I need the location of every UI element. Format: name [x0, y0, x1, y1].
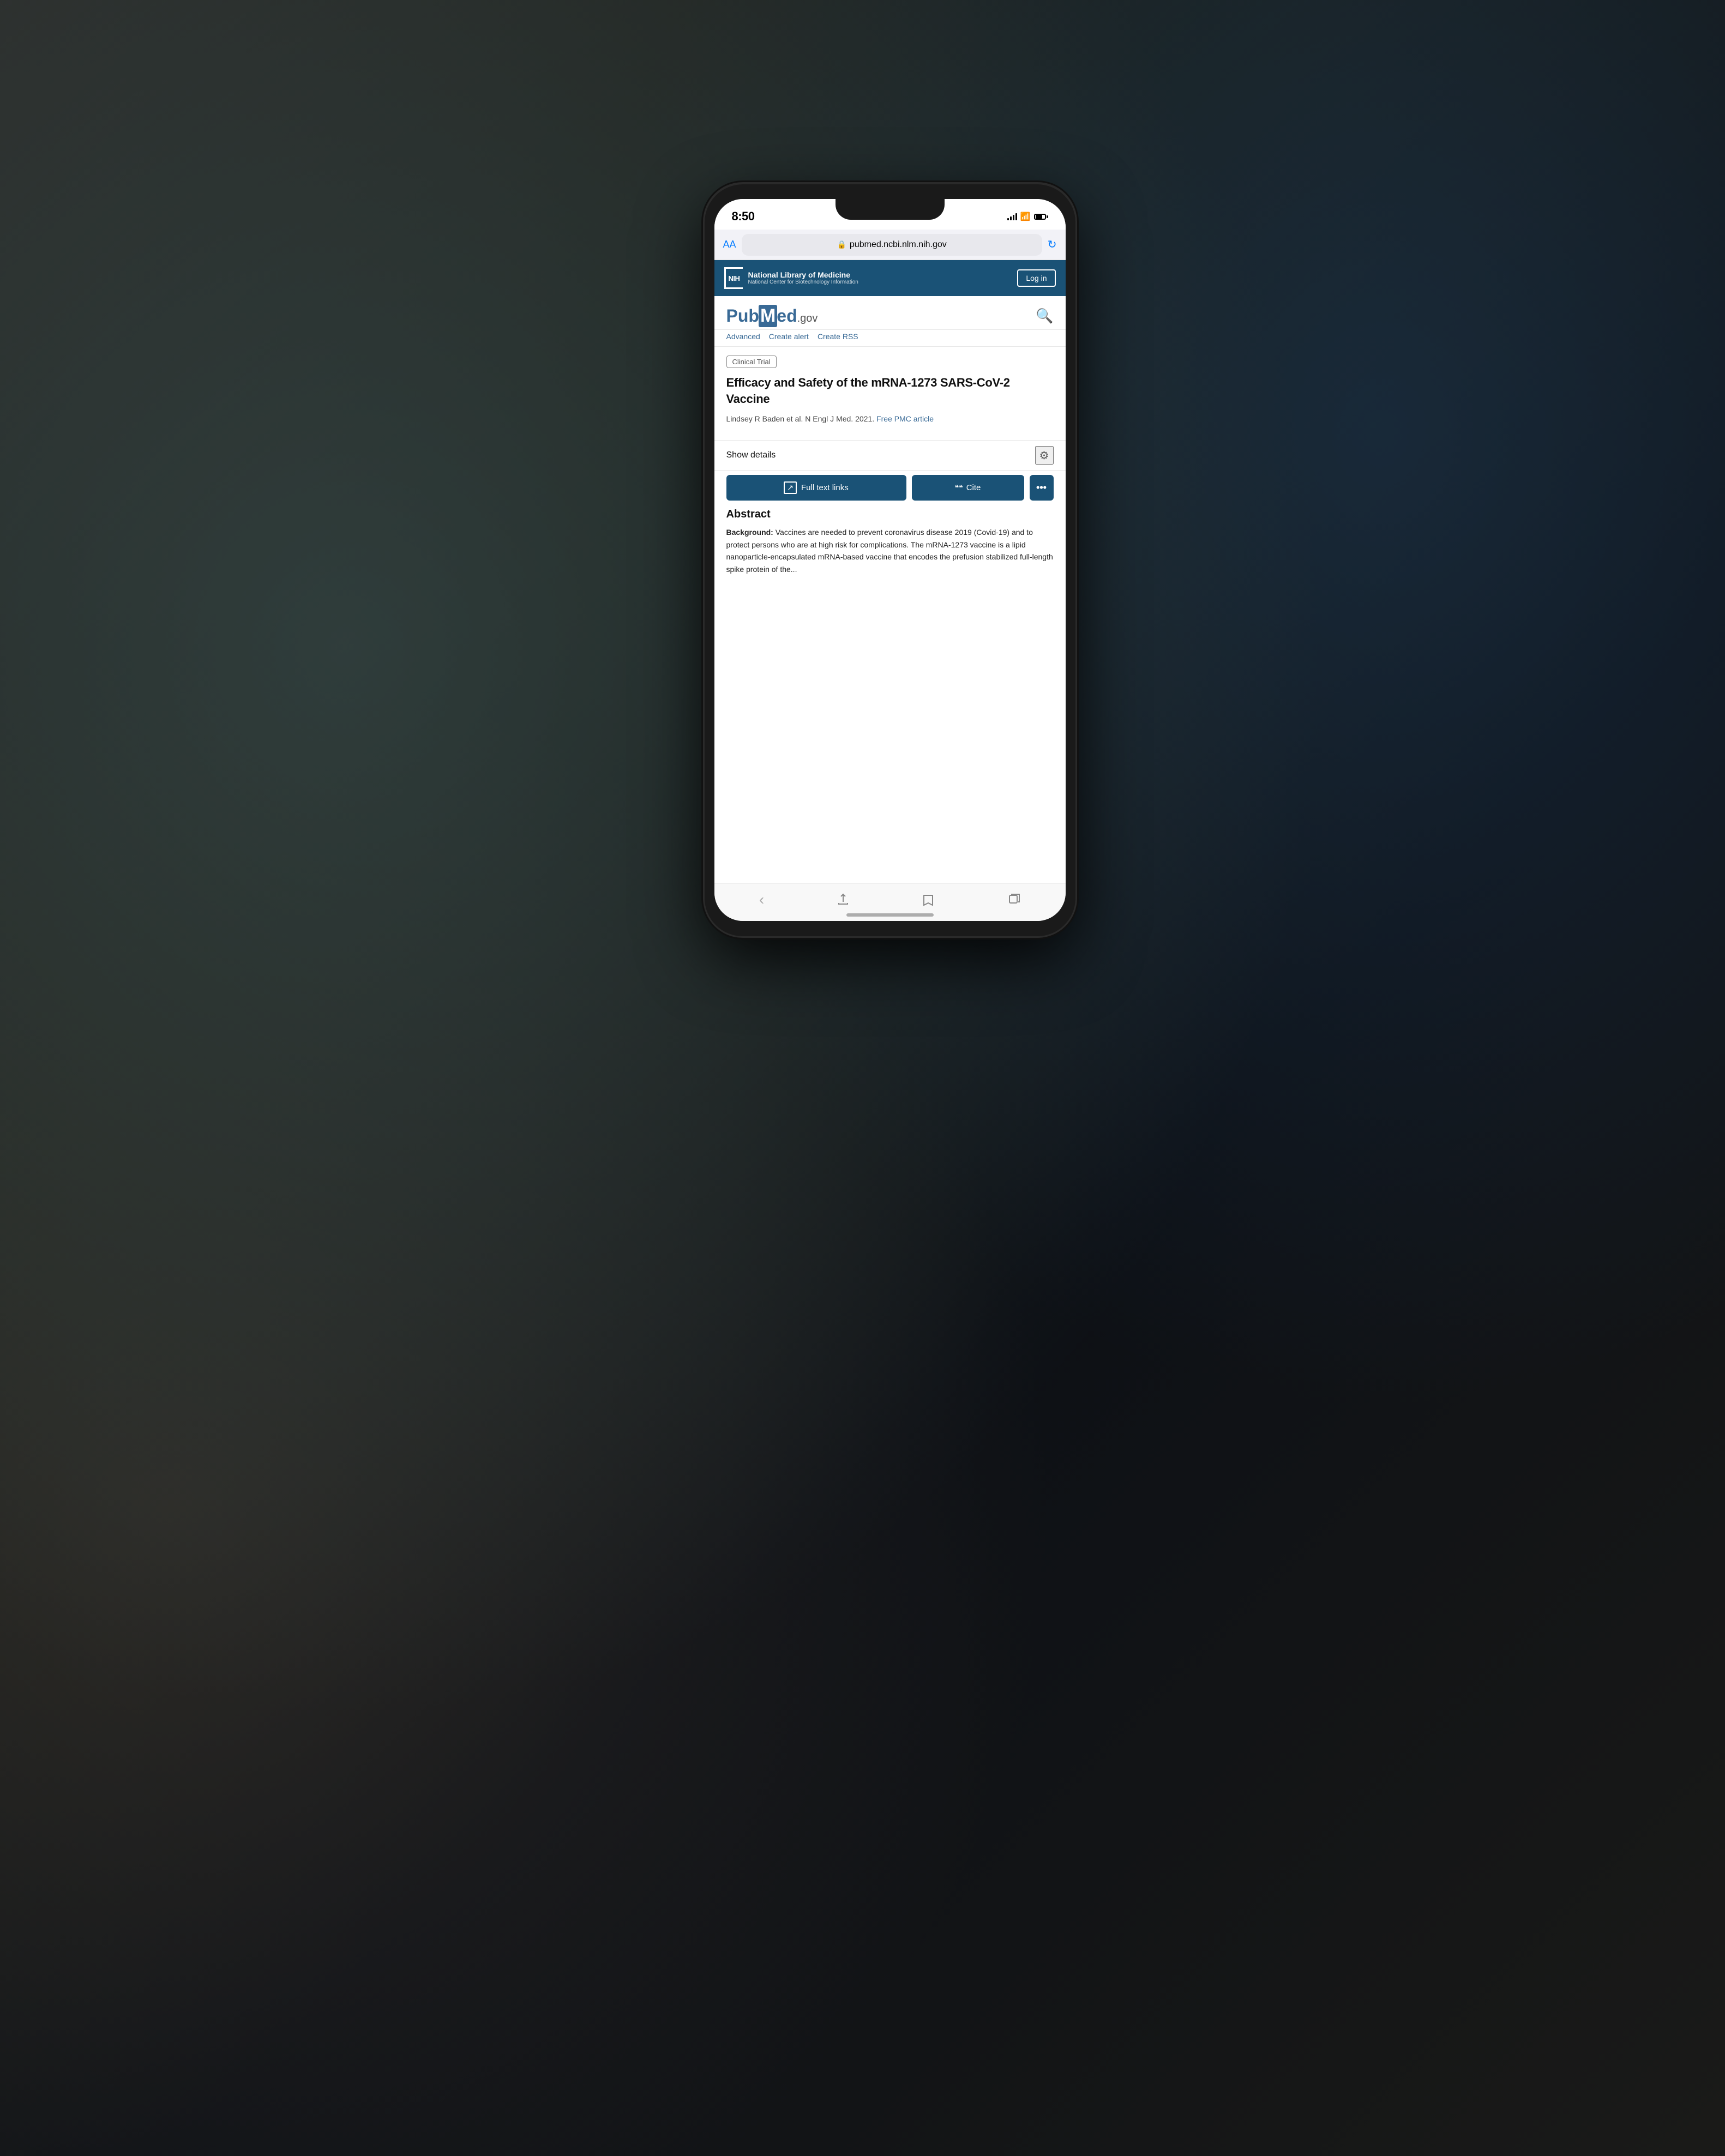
nih-text-block: National Library of Medicine National Ce… [748, 270, 858, 286]
tabs-button[interactable] [1007, 893, 1020, 906]
wifi-icon: 📶 [1020, 212, 1031, 221]
nih-logo-area: NIH National Library of Medicine Nationa… [724, 267, 858, 289]
nih-bracket-text: NIH [728, 274, 741, 282]
signal-bar-2 [1010, 216, 1012, 220]
nih-subtitle: National Center for Biotechnology Inform… [748, 279, 858, 286]
pubmed-logo: PubMed.gov [726, 305, 818, 327]
pubmed-header: PubMed.gov 🔍 [714, 296, 1066, 330]
status-icons: 📶 [1007, 212, 1048, 221]
address-aa-label[interactable]: AA [723, 239, 736, 250]
nav-advanced[interactable]: Advanced [726, 332, 760, 341]
pubmed-nav: Advanced Create alert Create RSS [714, 330, 1066, 347]
abstract-heading: Abstract [726, 508, 1054, 521]
show-details-button[interactable]: Show details [726, 450, 776, 460]
nav-create-rss[interactable]: Create RSS [818, 332, 858, 341]
phone-device: 8:50 📶 [705, 184, 1075, 936]
full-text-links-button[interactable]: ↗ Full text links [726, 475, 906, 501]
home-indicator [846, 913, 934, 917]
full-text-icon: ↗ [784, 481, 797, 494]
status-time: 8:50 [732, 209, 755, 224]
article-journal: N Engl J Med. 2021. [805, 414, 874, 423]
abstract-bold-label: Background: [726, 528, 773, 537]
clinical-trial-badge: Clinical Trial [726, 356, 777, 368]
article-pmc: Free PMC article [876, 414, 934, 423]
full-text-label: Full text links [801, 483, 849, 492]
nih-header: NIH National Library of Medicine Nationa… [714, 260, 1066, 296]
pubmed-logo-dotgov: .gov [797, 312, 818, 324]
content-area: PubMed.gov 🔍 Advanced Create alert Creat… [714, 296, 1066, 883]
abstract-text: Background: Vaccines are needed to preve… [726, 526, 1054, 575]
nih-name: National Library of Medicine [748, 270, 858, 280]
article-authors: Lindsey R Baden et al. [726, 414, 803, 423]
signal-bar-3 [1013, 215, 1014, 220]
pubmed-logo-pub: Pub [726, 306, 759, 326]
address-bar[interactable]: AA 🔒 pubmed.ncbi.nlm.nih.gov ↻ [714, 230, 1066, 260]
gear-icon-button[interactable]: ⚙ [1035, 446, 1054, 465]
battery-icon [1034, 214, 1048, 220]
search-icon[interactable]: 🔍 [1036, 308, 1053, 324]
signal-bar-1 [1007, 218, 1009, 220]
article-meta: Lindsey R Baden et al. N Engl J Med. 202… [726, 413, 1054, 425]
more-button[interactable]: ••• [1030, 475, 1054, 501]
gear-icon: ⚙ [1039, 449, 1049, 462]
article-content: Clinical Trial Efficacy and Safety of th… [714, 347, 1066, 436]
back-button[interactable]: ‹ [759, 891, 764, 908]
action-bar: Show details ⚙ [714, 440, 1066, 471]
cite-button[interactable]: ❝❝ Cite [912, 475, 1024, 501]
cite-label: Cite [966, 483, 981, 492]
address-url: pubmed.ncbi.nlm.nih.gov [850, 240, 947, 250]
signal-bar-4 [1015, 213, 1017, 220]
url-container[interactable]: 🔒 pubmed.ncbi.nlm.nih.gov [742, 234, 1042, 256]
bookmarks-button[interactable] [922, 893, 935, 906]
nih-login-button[interactable]: Log in [1017, 269, 1055, 287]
abstract-body: Vaccines are needed to prevent coronavir… [726, 528, 1053, 573]
signal-bars-icon [1007, 213, 1017, 220]
share-button[interactable] [837, 893, 850, 906]
more-dots-label: ••• [1036, 482, 1047, 493]
scene: 8:50 📶 [208, 97, 1517, 2059]
cta-buttons: ↗ Full text links ❝❝ Cite ••• [714, 475, 1066, 508]
abstract-section: Abstract Background: Vaccines are needed… [714, 508, 1066, 575]
article-title: Efficacy and Safety of the mRNA-1273 SAR… [726, 375, 1054, 407]
pubmed-logo-m: M [759, 305, 777, 327]
nav-create-alert[interactable]: Create alert [769, 332, 809, 341]
notch [836, 199, 945, 220]
pubmed-logo-ed: ed [777, 306, 797, 326]
phone-screen: 8:50 📶 [714, 199, 1066, 921]
reload-icon[interactable]: ↻ [1048, 238, 1057, 251]
cite-quote-icon: ❝❝ [955, 483, 963, 492]
lock-icon: 🔒 [837, 240, 846, 249]
nih-bracket: NIH [724, 267, 743, 289]
